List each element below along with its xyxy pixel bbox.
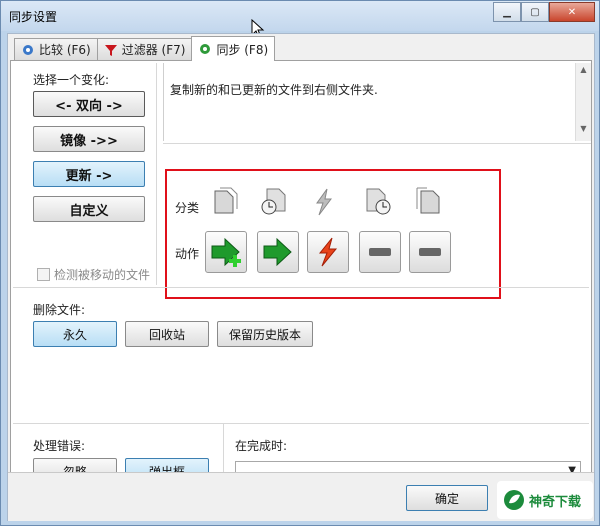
tab-compare[interactable]: 比较 (F6) xyxy=(14,38,98,60)
ok-button[interactable]: 确定 xyxy=(406,485,488,511)
action-label: 动作 xyxy=(175,247,200,261)
file-older-icon xyxy=(361,185,395,219)
category-label: 分类 xyxy=(175,201,200,215)
conflict-lightning-gray-icon xyxy=(307,185,341,219)
tab-filter-label: 过滤器 (F7) xyxy=(121,43,186,57)
divider xyxy=(156,63,157,285)
minimize-button[interactable]: ▁ xyxy=(493,2,521,22)
sync-settings-window: 同步设置 ▁ ▢ ✕ 比较 (F6) 过滤器 (F7) 同步 (F8) 选择一个… xyxy=(0,0,600,526)
dialog-client: 比较 (F6) 过滤器 (F7) 同步 (F8) 选择一个变化: <- 双向 -… xyxy=(7,33,595,521)
delete-versioning-button[interactable]: 保留历史版本 xyxy=(217,321,313,347)
update-button[interactable]: 更新 -> xyxy=(33,161,145,187)
description-text: 复制新的和已更新的文件到右侧文件夹. xyxy=(170,83,378,97)
description-scrollbar[interactable]: ▲ ▼ xyxy=(575,63,591,141)
description-box: 复制新的和已更新的文件到右侧文件夹. xyxy=(163,63,576,141)
skip-bar-icon xyxy=(369,248,391,256)
action-skip-button-1[interactable] xyxy=(359,231,401,273)
divider xyxy=(163,143,591,144)
tab-sync[interactable]: 同步 (F8) xyxy=(191,36,276,61)
action-overwrite-right-button[interactable] xyxy=(257,231,299,273)
error-handling-label: 处理错误: xyxy=(33,439,86,453)
gear-green-icon xyxy=(200,44,211,54)
action-conflict-button[interactable] xyxy=(307,231,349,273)
watermark-logo: 神奇下载 xyxy=(497,481,593,519)
gear-blue-icon xyxy=(23,44,33,55)
two-way-button[interactable]: <- 双向 -> xyxy=(33,91,145,117)
close-button[interactable]: ✕ xyxy=(549,2,595,22)
choose-variant-label: 选择一个变化: xyxy=(33,73,110,87)
file-only-right-icon xyxy=(411,185,445,219)
divider xyxy=(13,287,589,288)
divider xyxy=(13,423,589,424)
scroll-up-icon[interactable]: ▲ xyxy=(576,65,591,74)
tab-filter[interactable]: 过滤器 (F7) xyxy=(96,38,193,60)
title-bar[interactable]: 同步设置 ▁ ▢ ✕ xyxy=(1,1,599,31)
delete-recycle-bin-button[interactable]: 回收站 xyxy=(125,321,209,347)
tab-strip: 比较 (F6) 过滤器 (F7) 同步 (F8) xyxy=(14,36,276,61)
watermark-text: 神奇下载 xyxy=(529,494,582,510)
action-skip-button-2[interactable] xyxy=(409,231,451,273)
tab-sync-label: 同步 (F8) xyxy=(216,42,269,57)
skip-bar-icon xyxy=(419,248,441,256)
checkbox-box[interactable] xyxy=(37,268,50,281)
maximize-button[interactable]: ▢ xyxy=(521,2,549,22)
file-newer-icon xyxy=(257,185,291,219)
delete-files-label: 删除文件: xyxy=(33,303,86,317)
scroll-down-icon[interactable]: ▼ xyxy=(576,124,591,133)
detect-moved-checkbox[interactable]: 检测被移动的文件 xyxy=(37,266,150,283)
window-title: 同步设置 xyxy=(9,10,58,24)
green-arrow-plus-icon xyxy=(211,237,241,267)
action-create-right-button[interactable] xyxy=(205,231,247,273)
custom-button[interactable]: 自定义 xyxy=(33,196,145,222)
filter-funnel-icon xyxy=(104,44,117,56)
delete-permanent-button[interactable]: 永久 xyxy=(33,321,117,347)
tab-compare-label: 比较 (F6) xyxy=(39,43,91,57)
sync-panel: 选择一个变化: <- 双向 -> 镜像 ->> 更新 -> 自定义 检测被移动的… xyxy=(10,60,592,514)
file-only-left-icon xyxy=(209,185,243,219)
red-lightning-icon xyxy=(318,237,338,267)
mirror-button[interactable]: 镜像 ->> xyxy=(33,126,145,152)
on-completion-label: 在完成时: xyxy=(235,439,288,453)
green-arrow-icon xyxy=(263,237,292,267)
watermark-leaf-icon xyxy=(504,490,524,510)
detect-moved-label: 检测被移动的文件 xyxy=(54,268,151,282)
